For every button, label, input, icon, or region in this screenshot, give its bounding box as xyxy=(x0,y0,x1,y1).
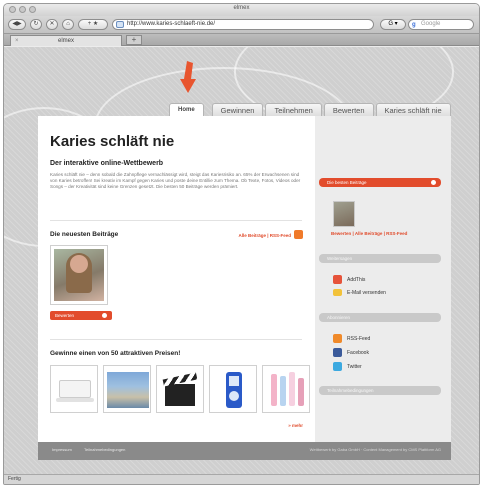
best-entries-label: Die besten Beiträge xyxy=(327,180,367,185)
address-bar[interactable]: http://www.karies-schlaeft-nie.de/ xyxy=(112,19,374,30)
rss-icon[interactable] xyxy=(294,230,303,239)
twitter-icon xyxy=(333,362,342,371)
rate-button-label: Bewerten xyxy=(55,313,75,318)
tab-karies-schlaeft-nie[interactable]: Karies schläft nie xyxy=(375,103,451,117)
prize-clapperboard[interactable] xyxy=(156,365,204,413)
facebook-icon xyxy=(333,348,342,357)
status-bar: Fertig xyxy=(4,474,479,484)
tab-teilnehmen[interactable]: Teilnehmen xyxy=(265,103,322,117)
arrow-circle-icon xyxy=(431,180,436,185)
newest-links[interactable]: Alle Beiträge | RSS-Feed xyxy=(238,233,291,238)
divider xyxy=(50,220,302,221)
search-placeholder: Google xyxy=(421,21,441,27)
footer-terms-link[interactable]: Teilnahmebedingungen xyxy=(84,447,125,452)
title-bar: elmex xyxy=(4,4,479,16)
close-tab-icon[interactable]: × xyxy=(15,36,19,46)
subscribe-box-label: Abonnieren xyxy=(327,315,351,320)
more-link[interactable]: » mehr xyxy=(288,423,303,428)
rate-button[interactable]: Bewerten xyxy=(50,311,112,320)
home-icon[interactable]: ⌂ xyxy=(62,19,74,30)
subscribe-rss[interactable]: RSS-Feed xyxy=(333,334,370,343)
prize-travel[interactable] xyxy=(103,365,151,413)
share-addthis[interactable]: AddThis xyxy=(333,275,365,284)
reload-icon[interactable]: ↻ xyxy=(30,19,42,30)
search-engine-button[interactable]: G ▾ xyxy=(380,19,406,30)
footer-imprint-link[interactable]: Impressum xyxy=(52,447,72,452)
prize-laptop[interactable] xyxy=(50,365,98,413)
best-entries-links[interactable]: Bewerten | Alle Beiträge | RSS-Feed xyxy=(331,231,407,236)
addthis-label: AddThis xyxy=(347,276,366,283)
page-title: Karies schläft nie xyxy=(50,133,175,150)
page-subtitle: Der interaktive online-Wettbewerb xyxy=(50,160,164,167)
sidebar: Die besten Beiträge Bewerten | Alle Beit… xyxy=(315,116,451,451)
footer-credits: Wettbewerb by Gaba GmbH · Content Manage… xyxy=(309,447,441,452)
google-icon: g xyxy=(412,22,416,28)
prize-gallery xyxy=(50,365,310,413)
subscribe-facebook[interactable]: Facebook xyxy=(333,348,369,357)
prize-toothbrushes[interactable] xyxy=(262,365,310,413)
browser-window: elmex ◀▶ ↻ ✕ ⌂ + ★ http://www.karies-sch… xyxy=(3,3,480,485)
search-input[interactable]: g Google xyxy=(408,19,474,30)
arrow-circle-icon xyxy=(102,313,107,318)
window-title: elmex xyxy=(233,5,250,11)
share-box-header[interactable]: Weitersagen xyxy=(319,254,441,263)
prize-mp3-player[interactable] xyxy=(209,365,257,413)
favicon-icon xyxy=(116,21,124,28)
share-box-label: Weitersagen xyxy=(327,256,353,261)
page-footer: Impressum Teilnahmebedingungen Wettbewer… xyxy=(38,442,451,460)
browser-tab[interactable]: × elmex xyxy=(10,35,122,46)
browser-tab-bar: × elmex + xyxy=(4,34,479,46)
main-content: Karies schläft nie Der interaktive onlin… xyxy=(38,116,315,451)
tab-gewinnen[interactable]: Gewinnen xyxy=(211,103,264,117)
best-entry-thumb[interactable] xyxy=(333,201,355,227)
terms-box-label: Teilnahmebedingungen xyxy=(327,388,374,393)
terms-box-header[interactable]: Teilnahmebedingungen xyxy=(319,386,441,395)
entry-photo[interactable] xyxy=(50,245,108,305)
prizes-heading: Gewinne einen von 50 attraktiven Preisen… xyxy=(50,350,181,357)
new-tab-button[interactable]: + xyxy=(126,35,142,45)
web-page: Home Gewinnen Teilnehmen Bewerten Karies… xyxy=(4,47,479,476)
bookmark-add-button[interactable]: + ★ xyxy=(78,19,108,30)
rss-feed-icon xyxy=(333,334,342,343)
stop-icon[interactable]: ✕ xyxy=(46,19,58,30)
rss-label: RSS-Feed xyxy=(347,335,371,342)
divider xyxy=(50,339,302,340)
main-navigation: Home Gewinnen Teilnehmen Bewerten Karies… xyxy=(169,99,451,117)
arrow-down-icon xyxy=(180,61,196,93)
email-icon xyxy=(333,289,342,296)
facebook-label: Facebook xyxy=(347,349,369,356)
browser-tab-label: elmex xyxy=(57,38,74,44)
newest-heading: Die neuesten Beiträge xyxy=(50,231,119,238)
email-label: E-Mail versenden xyxy=(347,289,386,296)
back-button[interactable]: ◀▶ xyxy=(8,19,26,30)
browser-toolbar: ◀▶ ↻ ✕ ⌂ + ★ http://www.karies-schlaeft-… xyxy=(4,16,479,34)
addthis-icon xyxy=(333,275,342,284)
intro-text: Karies schläft nie – denn sobald die Zah… xyxy=(50,172,301,189)
best-entries-header[interactable]: Die besten Beiträge xyxy=(319,178,441,187)
subscribe-box-header[interactable]: Abonnieren xyxy=(319,313,441,322)
tab-bewerten[interactable]: Bewerten xyxy=(323,103,374,117)
subscribe-twitter[interactable]: Twitter xyxy=(333,362,362,371)
url-text: http://www.karies-schlaeft-nie.de/ xyxy=(127,21,216,27)
tab-home[interactable]: Home xyxy=(169,103,204,117)
twitter-label: Twitter xyxy=(347,363,362,370)
share-email[interactable]: E-Mail versenden xyxy=(333,289,386,296)
